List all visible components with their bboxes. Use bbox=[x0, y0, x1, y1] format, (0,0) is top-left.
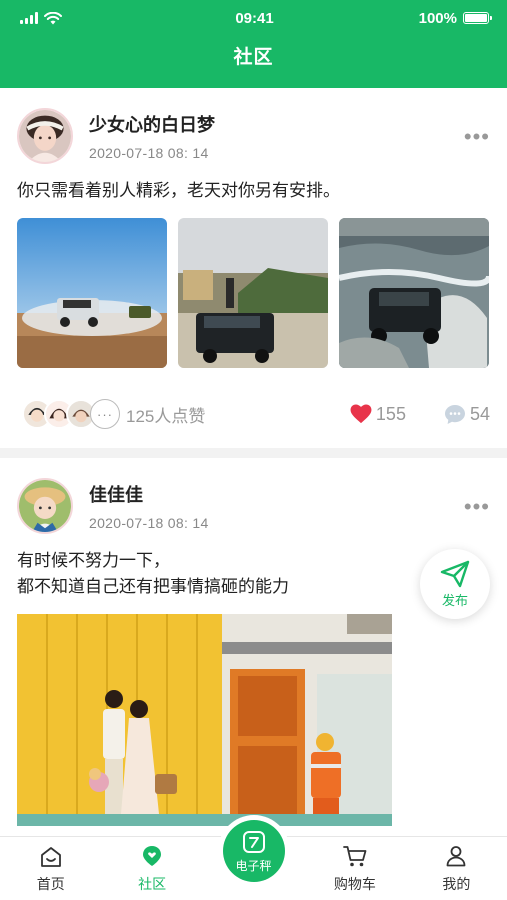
tab-label: 首页 bbox=[36, 876, 65, 892]
post-footer: ··· 125人点赞 155 54 bbox=[17, 396, 490, 432]
tab-profile[interactable]: 我的 bbox=[406, 837, 507, 900]
tab-community[interactable]: 社区 bbox=[101, 837, 202, 900]
author-name[interactable]: 少女心的白日梦 bbox=[89, 111, 215, 137]
image-grid bbox=[17, 218, 490, 368]
post-text: 有时候不努力一下， 都不知道自己还有把事情搞砸的能力 bbox=[17, 548, 490, 600]
avatar[interactable] bbox=[17, 108, 73, 164]
comment-count: 54 bbox=[469, 403, 490, 424]
author-info: 少女心的白日梦 2020-07-18 08: 14 bbox=[89, 111, 215, 161]
post-text-line: 都不知道自己还有把事情搞砸的能力 bbox=[17, 577, 289, 596]
tab-cart[interactable]: 购物车 bbox=[304, 837, 405, 900]
post-image-harbor-suv[interactable] bbox=[178, 218, 328, 368]
tab-scale[interactable]: 电子秤 bbox=[203, 815, 304, 900]
wifi-icon bbox=[44, 11, 62, 24]
scale-button-inner: 电子秤 bbox=[222, 820, 285, 882]
post-header: 少女心的白日梦 2020-07-18 08: 14 bbox=[17, 108, 490, 164]
tab-label: 社区 bbox=[138, 876, 167, 892]
like-button[interactable]: 155 bbox=[350, 404, 406, 425]
comment-icon bbox=[444, 404, 465, 424]
like-count: 155 bbox=[375, 403, 406, 424]
signal-icon bbox=[20, 12, 38, 24]
post-image-desert-suv[interactable] bbox=[17, 218, 167, 368]
post-time: 2020-07-18 08: 14 bbox=[89, 145, 209, 161]
app-header: 09:41 100% 社区 bbox=[0, 0, 507, 88]
scale-button[interactable]: 电子秤 bbox=[217, 815, 290, 887]
status-time: 09:41 bbox=[235, 9, 274, 27]
community-feed[interactable]: 少女心的白日梦 2020-07-18 08: 14 ••• 你只需看着别人精彩，… bbox=[0, 88, 507, 836]
author-info: 佳佳佳 2020-07-18 08: 14 bbox=[89, 481, 209, 531]
comment-button[interactable]: 54 bbox=[444, 404, 490, 425]
more-likers-icon[interactable]: ··· bbox=[90, 399, 120, 429]
community-icon bbox=[143, 846, 162, 866]
publish-button[interactable]: 发布 bbox=[420, 549, 490, 619]
home-icon bbox=[40, 847, 61, 867]
liker-avatars[interactable]: ··· bbox=[17, 399, 120, 429]
cart-icon bbox=[343, 846, 367, 867]
post-text-line: 有时候不努力一下， bbox=[17, 551, 170, 570]
scale-icon bbox=[242, 830, 265, 853]
send-icon bbox=[440, 560, 470, 587]
battery-status: 100% bbox=[369, 9, 492, 27]
tab-label: 我的 bbox=[442, 876, 471, 892]
bottom-tab-bar: 首页 社区 电子秤 购物车 我的 bbox=[0, 815, 507, 900]
avatar[interactable] bbox=[17, 478, 73, 534]
page-title: 社区 bbox=[233, 47, 274, 68]
post-text: 你只需看着别人精彩，老天对你另有安排。 bbox=[17, 178, 490, 204]
more-options-icon[interactable]: ••• bbox=[464, 126, 490, 148]
tab-label: 购物车 bbox=[333, 876, 376, 892]
heart-icon bbox=[350, 404, 372, 424]
liked-by-count: 125人点赞 bbox=[126, 406, 206, 426]
publish-label: 发布 bbox=[441, 592, 468, 608]
status-indicators bbox=[20, 11, 140, 25]
status-bar: 09:41 100% bbox=[0, 0, 507, 36]
battery-percent: 100% bbox=[418, 9, 457, 27]
battery-icon bbox=[463, 12, 492, 24]
post-image-splash-suv[interactable] bbox=[339, 218, 489, 368]
post-header: 佳佳佳 2020-07-18 08: 14 bbox=[17, 478, 490, 534]
tab-home[interactable]: 首页 bbox=[0, 837, 101, 900]
tab-label: 电子秤 bbox=[235, 858, 272, 873]
post-image-couple-yellow-wall[interactable] bbox=[17, 614, 392, 826]
post-text-line: 你只需看着别人精彩，老天对你另有安排。 bbox=[17, 181, 340, 200]
post-card[interactable]: 少女心的白日梦 2020-07-18 08: 14 ••• 你只需看着别人精彩，… bbox=[0, 88, 507, 448]
more-options-icon[interactable]: ••• bbox=[464, 496, 490, 518]
post-card[interactable]: 佳佳佳 2020-07-18 08: 14 ••• 有时候不努力一下， 都不知道… bbox=[0, 458, 507, 836]
post-time: 2020-07-18 08: 14 bbox=[89, 515, 209, 531]
profile-icon bbox=[446, 846, 466, 867]
author-name[interactable]: 佳佳佳 bbox=[89, 481, 209, 507]
